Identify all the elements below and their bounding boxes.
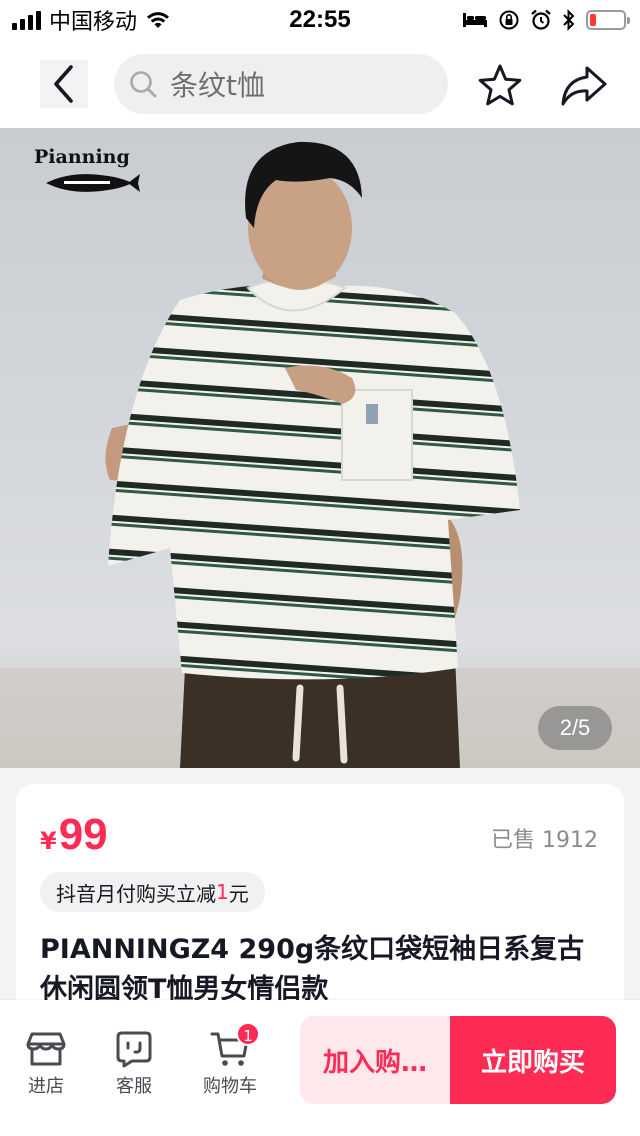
chat-service-icon <box>116 1031 152 1068</box>
price: ¥ 99 <box>40 810 108 860</box>
top-nav-bar: 条纹t恤 <box>0 40 640 128</box>
promo-suffix: 元 <box>228 881 249 906</box>
sold-count: 已售 1912 <box>491 828 598 853</box>
promo-prefix: 抖音月付购买立减 <box>56 881 216 906</box>
buy-now-button[interactable]: 立即购买 <box>450 1016 616 1104</box>
star-icon <box>478 64 522 106</box>
product-title: PIANNINGZ4 290g条纹口袋短袖日系复古休闲圆领T恤男女情侣款 <box>40 934 585 1005</box>
product-photo <box>0 141 640 768</box>
battery-icon <box>586 10 630 30</box>
product-detail-page: 中国移动 22:55 条纹t恤 Pianning 2/5 ¥ 99 已售 191… <box>0 0 640 1136</box>
cart-label: 购物车 <box>203 1076 257 1097</box>
fish-logo-icon <box>46 174 140 192</box>
service-label: 客服 <box>116 1076 152 1097</box>
share-button[interactable] <box>558 62 610 110</box>
customer-service-button[interactable]: 客服 <box>94 1030 174 1098</box>
price-currency: ¥ <box>40 827 57 855</box>
status-bar: 中国移动 22:55 <box>0 0 640 40</box>
chevron-left-icon <box>54 65 73 103</box>
search-icon <box>130 71 157 98</box>
carousel-page-indicator: 2/5 <box>538 706 612 750</box>
bluetooth-icon <box>563 9 575 31</box>
search-bar[interactable]: 条纹t恤 <box>114 54 448 114</box>
price-value: 99 <box>58 810 108 859</box>
cart-count-badge: 1 <box>236 1022 260 1046</box>
promo-amount: 1 <box>216 880 229 904</box>
store-button[interactable]: 进店 <box>6 1030 86 1098</box>
search-query: 条纹t恤 <box>170 69 265 102</box>
share-arrow-icon <box>561 66 607 106</box>
bed-icon <box>463 13 487 27</box>
alarm-icon <box>531 9 551 30</box>
store-icon <box>26 1032 66 1066</box>
store-label: 进店 <box>28 1076 64 1097</box>
add-to-cart-button[interactable]: 加入购… <box>300 1016 450 1104</box>
rotation-lock-icon <box>499 10 519 30</box>
product-image-carousel[interactable]: Pianning 2/5 <box>0 128 640 768</box>
cart-button[interactable]: 1 购物车 <box>190 1022 270 1098</box>
brand-logo-text: Pianning <box>34 146 130 168</box>
battery-level <box>590 14 596 26</box>
promo-tag[interactable]: 抖音月付购买立减 1 元 <box>40 872 265 912</box>
status-right <box>462 8 630 32</box>
brand-logo: Pianning <box>30 144 140 198</box>
back-button[interactable] <box>40 60 88 108</box>
bottom-action-bar: 进店 客服 1 购物车 加入购… 立即购买 <box>0 1000 640 1136</box>
favorite-button[interactable] <box>476 62 524 110</box>
